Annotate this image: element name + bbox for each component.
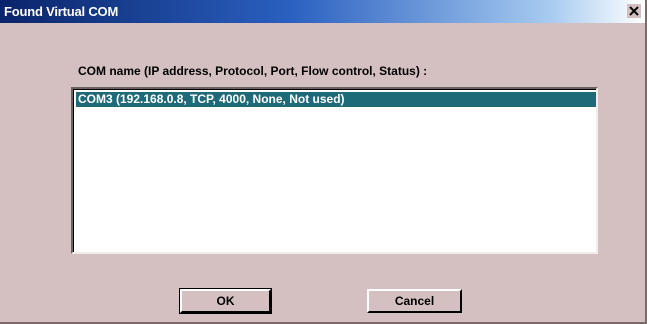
ok-button[interactable]: OK [179,288,272,314]
close-icon [627,4,641,18]
dialog-window: Found Virtual COM COM name (IP address, … [0,0,647,324]
listbox-inner: COM3 (192.168.0.8, TCP, 4000, None, Not … [73,89,596,252]
cancel-button[interactable]: Cancel [367,289,462,313]
close-button[interactable] [627,4,641,18]
com-list-label: COM name (IP address, Protocol, Port, Fl… [78,64,428,78]
list-item[interactable]: COM3 (192.168.0.8, TCP, 4000, None, Not … [76,92,596,107]
title-bar[interactable]: Found Virtual COM [0,0,645,23]
window-title: Found Virtual COM [4,4,119,19]
com-listbox[interactable]: COM3 (192.168.0.8, TCP, 4000, None, Not … [71,87,598,254]
